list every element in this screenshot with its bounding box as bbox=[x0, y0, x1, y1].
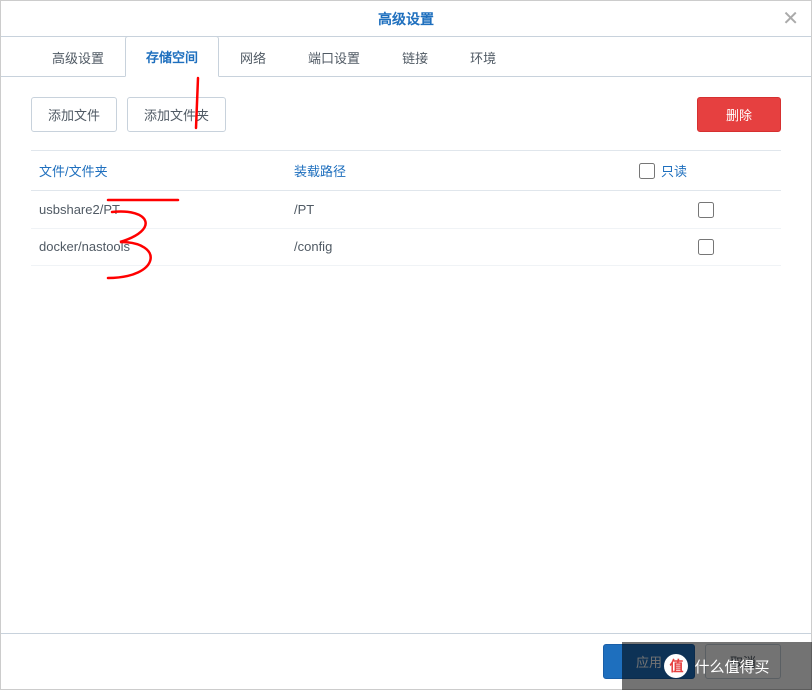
cell-mount: /PT bbox=[286, 191, 631, 229]
tab-env[interactable]: 环境 bbox=[449, 37, 517, 77]
tab-bar: 高级设置 存储空间 网络 端口设置 链接 环境 bbox=[1, 37, 811, 77]
volume-table: 文件/文件夹 装载路径 只读 usbshare2/PT /PT bbox=[31, 150, 781, 266]
dialog-title: 高级设置 bbox=[378, 9, 434, 29]
watermark-badge-icon: 值 bbox=[664, 654, 688, 678]
table-row[interactable]: usbshare2/PT /PT bbox=[31, 191, 781, 229]
cell-mount: /config bbox=[286, 228, 631, 266]
readonly-header-label: 只读 bbox=[661, 161, 687, 180]
close-icon[interactable]: ✕ bbox=[782, 9, 799, 29]
readonly-all-checkbox[interactable] bbox=[639, 163, 655, 179]
readonly-checkbox[interactable] bbox=[698, 239, 714, 255]
table-row[interactable]: docker/nastools /config bbox=[31, 228, 781, 266]
add-folder-button[interactable]: 添加文件夹 bbox=[127, 97, 226, 132]
tab-network[interactable]: 网络 bbox=[219, 37, 287, 77]
tab-ports[interactable]: 端口设置 bbox=[287, 37, 381, 77]
watermark-text: 什么值得买 bbox=[694, 656, 769, 677]
add-file-button[interactable]: 添加文件 bbox=[31, 97, 117, 132]
content-area: 添加文件 添加文件夹 删除 文件/文件夹 装载路径 只读 bbox=[1, 77, 811, 633]
delete-button[interactable]: 删除 bbox=[697, 97, 781, 132]
tab-advanced[interactable]: 高级设置 bbox=[31, 37, 125, 77]
cell-readonly bbox=[631, 228, 781, 266]
cell-readonly bbox=[631, 191, 781, 229]
watermark: 值 什么值得买 bbox=[622, 642, 812, 690]
readonly-checkbox[interactable] bbox=[698, 202, 714, 218]
col-header-readonly[interactable]: 只读 bbox=[631, 151, 781, 191]
toolbar: 添加文件 添加文件夹 删除 bbox=[31, 97, 781, 132]
cell-file: docker/nastools bbox=[31, 228, 286, 266]
col-header-file[interactable]: 文件/文件夹 bbox=[31, 151, 286, 191]
cell-file: usbshare2/PT bbox=[31, 191, 286, 229]
col-header-mount[interactable]: 装载路径 bbox=[286, 151, 631, 191]
tab-links[interactable]: 链接 bbox=[381, 37, 449, 77]
tab-storage[interactable]: 存储空间 bbox=[125, 36, 219, 77]
dialog-header: 高级设置 ✕ bbox=[1, 1, 811, 37]
